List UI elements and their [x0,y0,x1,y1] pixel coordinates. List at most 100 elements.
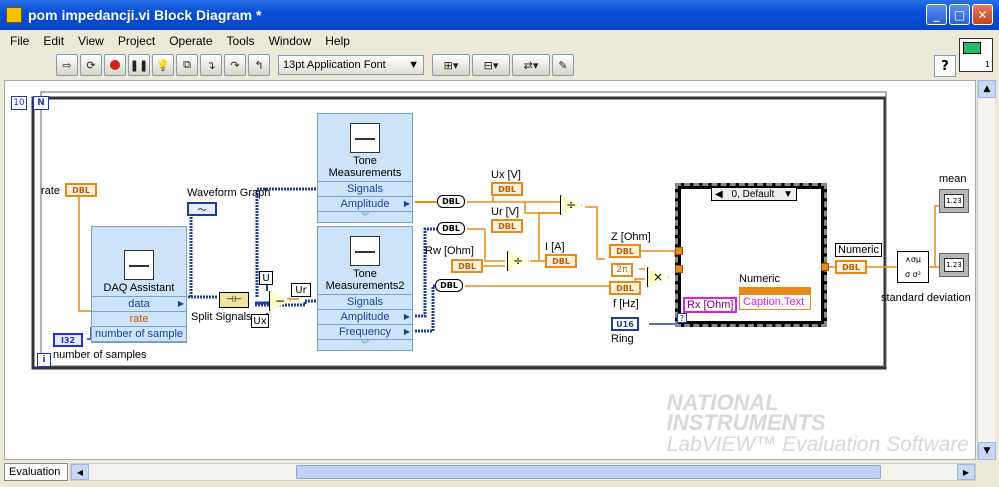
distribute-objects-icon[interactable]: ⊟▾ [472,54,510,76]
numeric-property-label: Numeric [739,273,780,285]
font-selector[interactable]: 13pt Application Font ▼ [278,55,424,75]
rate-label: rate [41,185,60,197]
daq-assistant-node[interactable]: DAQ Assistant data ▶ rate number of sampl… [91,226,187,343]
menu-window[interactable]: Window [267,32,314,50]
evaluation-tab[interactable]: Evaluation [4,463,68,481]
split-signals-node[interactable]: ⊣⊢ [219,292,249,308]
tone-measurements2-name: Tone Measurements2 [325,268,405,292]
ur-v-indicator[interactable]: DBL [491,219,523,233]
rate-control[interactable]: DBL [65,183,97,197]
two-pi-constant[interactable]: 2π [611,263,633,277]
bottom-bar: Evaluation ◀ ▶ [4,461,976,483]
daq-assistant-name: DAQ Assistant [103,282,175,294]
run-arrow-icon[interactable]: ⇨ [56,54,78,76]
daq-data-output[interactable]: data ▶ [92,297,186,312]
tone-measurements2-node[interactable]: Tone Measurements2 Signals Amplitude ▶ Fr… [317,226,413,351]
minimize-button[interactable]: _ [926,4,947,25]
standard-deviation-indicator[interactable]: 1.23 [939,253,969,277]
z-ohm-indicator[interactable]: DBL [609,244,641,258]
horizontal-scroll-thumb[interactable] [296,465,881,479]
mean-label: mean [939,173,967,185]
loop-count-constant[interactable]: 10 [11,96,27,110]
labview-app-icon[interactable] [6,7,22,23]
menu-project[interactable]: Project [116,32,157,50]
menu-operate[interactable]: Operate [167,32,214,50]
tone-measurements2-icon [350,236,380,266]
align-objects-icon[interactable]: ⊞▾ [432,54,470,76]
daq-number-of-samples-input[interactable]: number of sample [92,327,186,342]
menu-view[interactable]: View [76,32,106,50]
step-over-icon[interactable]: ↷ [224,54,246,76]
retain-wire-values-icon[interactable]: ⧉ [176,54,198,76]
close-button[interactable]: ✕ [972,4,993,25]
scroll-right-icon[interactable]: ▶ [957,464,975,480]
property-node[interactable]: Caption.Text [739,287,811,310]
abort-icon[interactable] [104,54,126,76]
to-dbl-amplitude-2[interactable]: DBL [437,222,465,235]
numeric-indicator[interactable]: DBL [835,260,867,274]
title-bar[interactable]: pom impedancji.vi Block Diagram * _ □ ✕ [0,0,999,30]
to-dbl-frequency[interactable]: DBL [435,279,463,292]
menu-help[interactable]: Help [323,32,352,50]
daq-assistant-icon [124,250,154,280]
ring-control[interactable]: U16 [611,317,639,331]
cleanup-diagram-icon[interactable]: ✎ [552,54,574,76]
font-selector-value: 13pt Application Font [283,59,386,71]
ur-label: Ur [291,283,311,297]
rx-ohm-string-constant[interactable]: Rx [Ohm] [683,297,737,313]
loop-count-terminal[interactable]: N [33,96,49,110]
caption-text-property[interactable]: Caption.Text [740,295,810,309]
tone1-signals-input[interactable]: Signals [318,182,412,197]
scroll-down-icon[interactable]: ▼ [978,442,996,460]
pause-icon[interactable]: ❚❚ [128,54,150,76]
horizontal-scrollbar[interactable]: ◀ ▶ [70,463,976,481]
case-selector-left-arrow[interactable]: ◀ [715,189,723,200]
menu-file[interactable]: File [8,32,31,50]
number-of-samples-control[interactable]: I32 [53,333,83,347]
to-dbl-amplitude-1[interactable]: DBL [437,195,465,208]
case-selector-dropdown[interactable]: ▼ [783,189,793,200]
case-input-tunnel-1[interactable] [675,247,683,255]
window-title: pom impedancji.vi Block Diagram * [28,7,262,23]
tone1-amplitude-output[interactable]: Amplitude ▶ [318,197,412,212]
f-hz-label: f [Hz] [613,298,639,310]
block-diagram-canvas[interactable]: 10 N i rate DBL I32 number of samples DA… [4,80,976,460]
mean-indicator[interactable]: 1.23 [939,189,969,213]
z-ohm-label: Z [Ohm] [611,231,651,243]
case-selector-terminal[interactable]: ? [677,313,687,323]
tone2-amplitude-output[interactable]: Amplitude ▶ [318,310,412,325]
tone2-signals-input[interactable]: Signals [318,295,412,310]
ux-label: Ux [251,314,269,328]
tone2-frequency-output[interactable]: Frequency ▶ [318,325,412,340]
i-a-indicator[interactable]: DBL [545,254,577,268]
menu-tools[interactable]: Tools [225,32,257,50]
scroll-up-icon[interactable]: ▲ [978,80,996,98]
rw-ohm-label: Rw [Ohm] [425,245,474,257]
vi-icon[interactable]: 1 [959,38,993,72]
numeric-indicator-label: Numeric [835,243,882,257]
menu-edit[interactable]: Edit [41,32,66,50]
case-selector[interactable]: ◀ 0, Default ▼ [711,187,797,201]
loop-iteration-terminal[interactable]: i [37,353,51,367]
help-button[interactable]: ? [934,55,956,77]
vertical-scrollbar[interactable]: ▲ ▼ [977,80,996,460]
i-a-label: I [A] [545,241,565,253]
daq-rate-input[interactable]: rate [92,312,186,327]
f-hz-indicator[interactable]: DBL [609,281,641,295]
mean-std-dev-node[interactable]: ∧σμ σ σ² [897,251,929,283]
step-out-icon[interactable]: ↰ [248,54,270,76]
scroll-left-icon[interactable]: ◀ [71,464,89,480]
step-into-icon[interactable]: ↴ [200,54,222,76]
case-output-tunnel[interactable] [821,263,829,271]
ux-v-indicator[interactable]: DBL [491,182,523,196]
tone-measurements-node[interactable]: Tone Measurements Signals Amplitude ▶ ︾ [317,113,413,223]
waveform-graph-terminal[interactable]: 〜 [187,202,217,216]
reorder-icon[interactable]: ⇄▾ [512,54,550,76]
case-input-tunnel-2[interactable] [675,265,683,273]
maximize-button[interactable]: □ [949,4,970,25]
rw-ohm-control[interactable]: DBL [451,259,483,273]
highlight-execution-icon[interactable]: 💡 [152,54,174,76]
run-continuous-icon[interactable]: ⟳ [80,54,102,76]
case-structure[interactable]: ◀ 0, Default ▼ Numeric Rx [Ohm] Caption.… [675,183,827,327]
number-of-samples-label: number of samples [53,349,147,361]
